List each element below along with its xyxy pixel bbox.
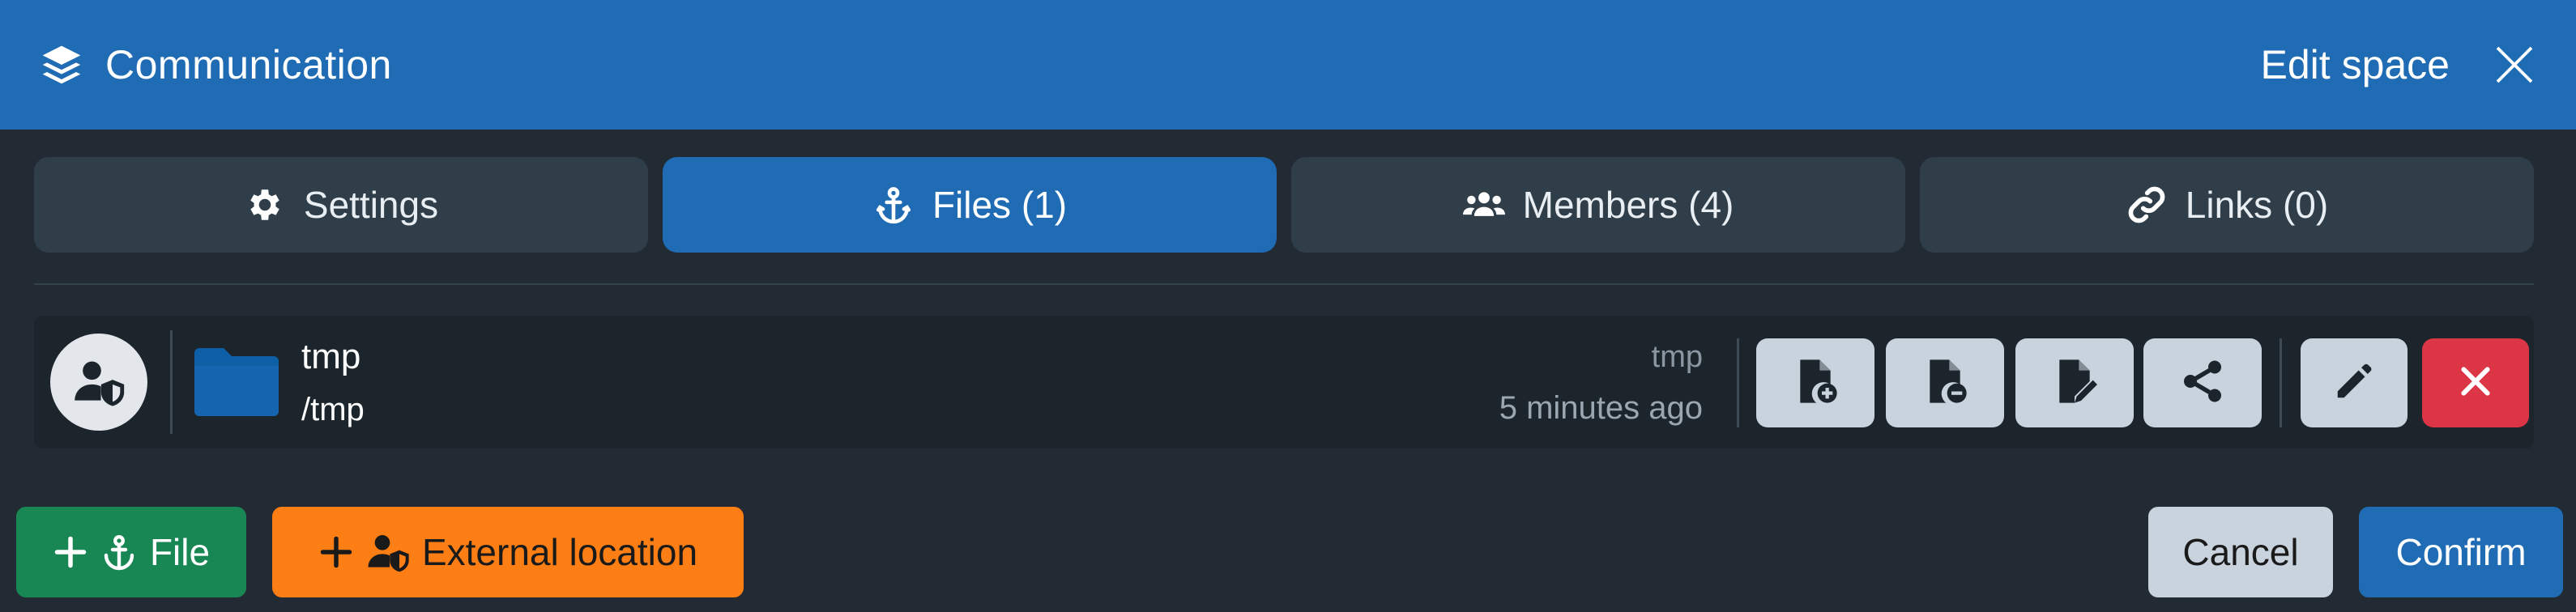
confirm-button[interactable]: Confirm <box>2359 507 2563 597</box>
user-shield-icon <box>50 334 147 431</box>
file-modified: 5 minutes ago <box>1499 390 1703 426</box>
plus-icon <box>53 534 88 570</box>
file-remove-button[interactable] <box>1886 338 2004 427</box>
plus-icon <box>318 534 354 570</box>
file-name[interactable]: tmp <box>301 337 360 377</box>
tab-label: Links (0) <box>2185 184 2329 226</box>
space-title: Communication <box>105 42 392 87</box>
tab-settings[interactable]: Settings <box>34 157 648 253</box>
tab-bar: Settings Files (1) Members (4) Links (0) <box>34 157 2534 253</box>
cancel-button[interactable]: Cancel <box>2148 507 2333 597</box>
rename-button[interactable] <box>2301 338 2408 427</box>
share-button[interactable] <box>2143 338 2262 427</box>
tab-label: Files (1) <box>932 184 1068 226</box>
users-icon <box>1462 184 1505 226</box>
link-icon <box>2126 184 2168 226</box>
button-label: External location <box>421 531 698 573</box>
gear-icon <box>244 184 286 226</box>
modal-title: Edit space <box>2260 42 2450 87</box>
close-icon[interactable] <box>2489 39 2540 91</box>
close-icon <box>2458 363 2493 403</box>
tab-label: Settings <box>303 184 439 226</box>
file-row: tmp /tmp tmp 5 minutes ago <box>34 316 2534 448</box>
tab-members[interactable]: Members (4) <box>1291 157 1905 253</box>
anchor-icon <box>872 184 915 226</box>
pencil-icon <box>2332 359 2376 407</box>
separator <box>2280 338 2282 427</box>
tab-files[interactable]: Files (1) <box>663 157 1277 253</box>
user-shield-icon <box>365 529 411 575</box>
divider <box>34 283 2534 285</box>
file-owner: tmp <box>1651 340 1703 374</box>
file-edit-button[interactable] <box>2015 338 2134 427</box>
anchor-icon <box>100 533 139 572</box>
button-label: File <box>149 531 211 573</box>
tab-label: Members (4) <box>1522 184 1734 226</box>
file-plus-icon <box>1789 355 1841 411</box>
add-file-button[interactable]: File <box>16 507 246 597</box>
add-external-location-button[interactable]: External location <box>272 507 744 597</box>
separator <box>170 330 173 434</box>
layers-icon <box>36 39 87 91</box>
tab-links[interactable]: Links (0) <box>1920 157 2534 253</box>
file-path: /tmp <box>301 392 365 427</box>
share-icon <box>2178 357 2227 410</box>
modal-header: Communication Edit space <box>0 0 2576 130</box>
file-add-button[interactable] <box>1756 338 1874 427</box>
file-pen-icon <box>2049 355 2100 411</box>
separator <box>1737 338 1739 427</box>
delete-button[interactable] <box>2422 338 2529 427</box>
file-minus-icon <box>1919 355 1971 411</box>
folder-icon <box>191 345 282 419</box>
